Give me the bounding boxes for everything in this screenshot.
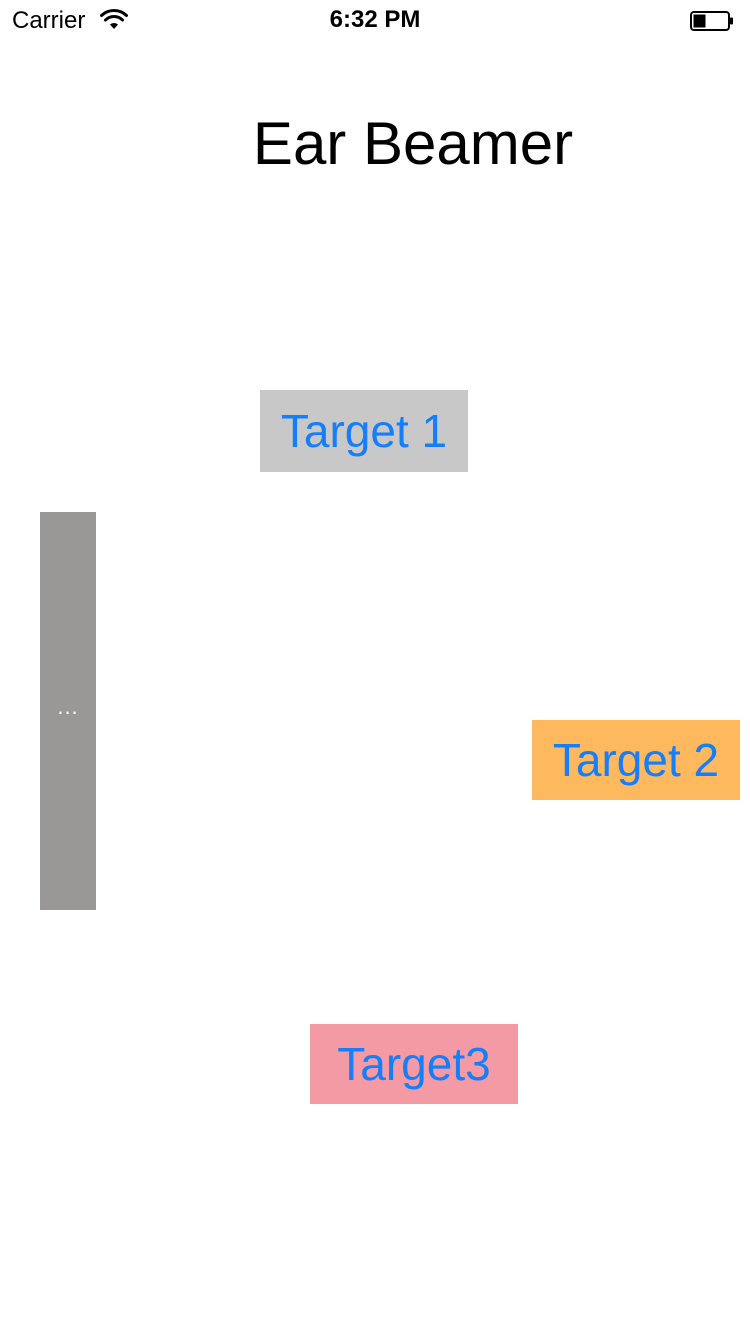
- target-3-label: Target3: [337, 1038, 491, 1090]
- side-handle-label: ...: [57, 694, 79, 719]
- side-handle[interactable]: ...: [40, 512, 96, 910]
- target-1-label: Target 1: [280, 405, 448, 457]
- status-time: 6:32 PM: [329, 6, 421, 33]
- status-bar: Carrier 6:32 PM: [0, 0, 750, 40]
- target-2-label: Target 2: [552, 734, 720, 786]
- target-3-button[interactable]: Target3: [310, 1024, 518, 1104]
- battery-icon: [690, 11, 733, 31]
- page-title: Ear Beamer: [252, 110, 574, 177]
- target-1-button[interactable]: Target 1: [260, 390, 468, 472]
- target-2-button[interactable]: Target 2: [532, 720, 740, 800]
